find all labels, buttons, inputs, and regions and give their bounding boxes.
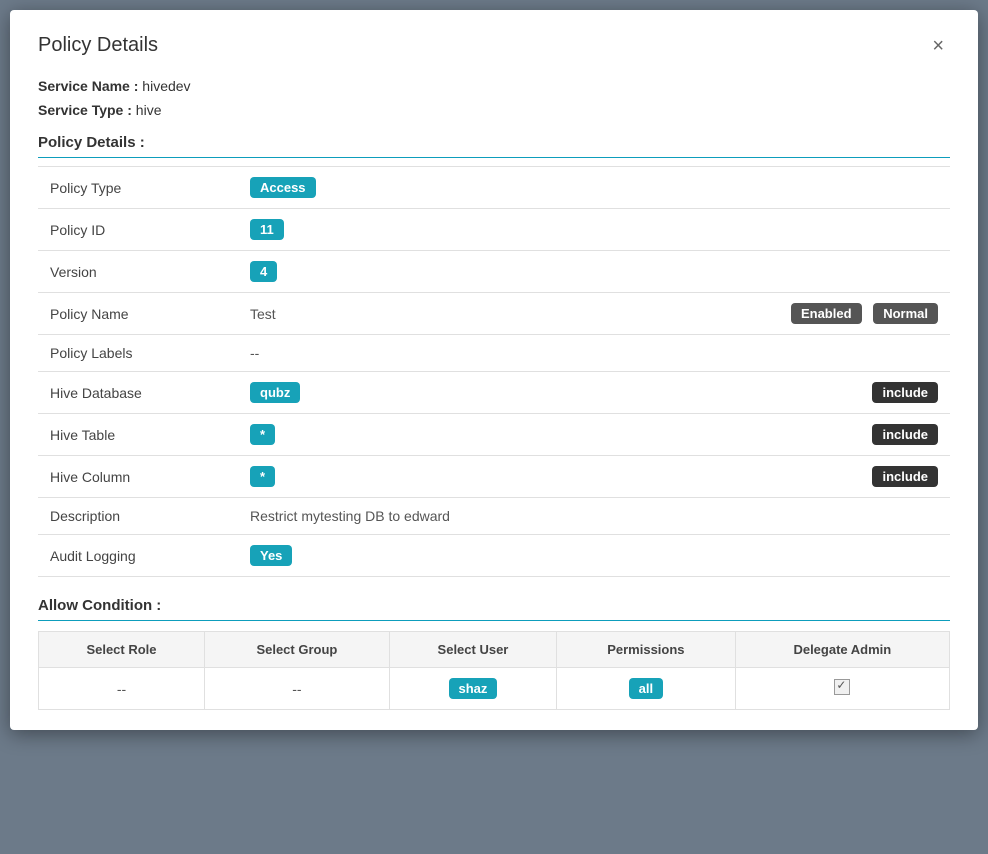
row-label: Version — [38, 251, 238, 293]
hive-table-include: include — [872, 424, 938, 445]
service-type-row: Service Type : hive — [38, 102, 950, 118]
row-label: Audit Logging — [38, 535, 238, 577]
allow-table-header-row: Select Role Select Group Select User Per… — [39, 632, 950, 668]
policy-details-modal: Policy Details × Service Name : hivedev … — [10, 10, 978, 730]
cell-delegate-admin — [735, 668, 949, 710]
hive-column-badge: * — [250, 466, 275, 487]
table-row: Description Restrict mytesting DB to edw… — [38, 498, 950, 535]
service-name-row: Service Name : hivedev — [38, 78, 950, 94]
policy-name-row: Test Enabled Normal — [250, 303, 938, 324]
delegate-admin-checkbox — [834, 679, 850, 695]
hive-column-include: include — [872, 466, 938, 487]
col-header-select-role: Select Role — [39, 632, 205, 668]
include-badge: include — [872, 424, 938, 445]
col-header-select-user: Select User — [389, 632, 556, 668]
table-row: Version 4 — [38, 251, 950, 293]
hive-table-row: * include — [250, 424, 938, 445]
row-value: 4 — [238, 251, 950, 293]
row-label: Policy ID — [38, 209, 238, 251]
user-badge: shaz — [449, 678, 498, 699]
table-row: Policy Type Access — [38, 167, 950, 209]
row-label: Hive Table — [38, 414, 238, 456]
row-label: Hive Column — [38, 456, 238, 498]
row-value: * include — [238, 414, 950, 456]
allow-condition-heading: Allow Condition : — [38, 597, 950, 621]
service-type-value: hive — [136, 102, 162, 118]
table-row: Policy Labels -- — [38, 335, 950, 372]
row-value: Access — [238, 167, 950, 209]
policy-id-badge: 11 — [250, 219, 284, 240]
include-badge: include — [872, 382, 938, 403]
include-badge: include — [872, 466, 938, 487]
table-row: Audit Logging Yes — [38, 535, 950, 577]
table-row: Hive Column * include — [38, 456, 950, 498]
service-name-label: Service Name : — [38, 78, 138, 94]
modal-title: Policy Details — [38, 34, 158, 57]
row-label: Description — [38, 498, 238, 535]
policy-name-badges: Enabled Normal — [791, 303, 938, 324]
service-name-value: hivedev — [142, 78, 190, 94]
modal-header: Policy Details × — [38, 34, 950, 58]
table-row: Hive Table * include — [38, 414, 950, 456]
allow-table-row: -- -- shaz all — [39, 668, 950, 710]
close-button[interactable]: × — [926, 34, 950, 58]
version-badge: 4 — [250, 261, 277, 282]
cell-user: shaz — [389, 668, 556, 710]
cell-role: -- — [39, 668, 205, 710]
enabled-badge: Enabled — [791, 303, 862, 324]
col-header-permissions: Permissions — [557, 632, 736, 668]
policy-details-heading: Policy Details : — [38, 134, 950, 158]
normal-badge: Normal — [873, 303, 938, 324]
row-label: Hive Database — [38, 372, 238, 414]
row-value: 11 — [238, 209, 950, 251]
hive-column-row: * include — [250, 466, 938, 487]
row-label: Policy Labels — [38, 335, 238, 372]
policy-type-badge: Access — [250, 177, 316, 198]
allow-condition-table: Select Role Select Group Select User Per… — [38, 631, 950, 710]
row-value: -- — [238, 335, 950, 372]
permissions-badge: all — [629, 678, 663, 699]
service-type-label: Service Type : — [38, 102, 132, 118]
row-value: Yes — [238, 535, 950, 577]
hive-db-include: include — [872, 382, 938, 403]
table-row: Policy ID 11 — [38, 209, 950, 251]
row-value: Test Enabled Normal — [238, 293, 950, 335]
row-value: * include — [238, 456, 950, 498]
modal-overlay: Policy Details × Service Name : hivedev … — [0, 0, 988, 854]
row-value: qubz include — [238, 372, 950, 414]
col-header-select-group: Select Group — [204, 632, 389, 668]
table-row: Policy Name Test Enabled Normal — [38, 293, 950, 335]
hive-db-badge: qubz — [250, 382, 300, 403]
cell-permissions: all — [557, 668, 736, 710]
allow-condition-section: Allow Condition : Select Role Select Gro… — [38, 597, 950, 710]
hive-table-badge: * — [250, 424, 275, 445]
hive-db-row: qubz include — [250, 382, 938, 403]
row-label: Policy Name — [38, 293, 238, 335]
policy-name-value: Test — [250, 306, 276, 322]
cell-group: -- — [204, 668, 389, 710]
row-label: Policy Type — [38, 167, 238, 209]
row-value: Restrict mytesting DB to edward — [238, 498, 950, 535]
col-header-delegate-admin: Delegate Admin — [735, 632, 949, 668]
meta-section: Service Name : hivedev Service Type : hi… — [38, 78, 950, 118]
table-row: Hive Database qubz include — [38, 372, 950, 414]
policy-details-table: Policy Type Access Policy ID 11 Version — [38, 166, 950, 577]
audit-logging-badge: Yes — [250, 545, 292, 566]
